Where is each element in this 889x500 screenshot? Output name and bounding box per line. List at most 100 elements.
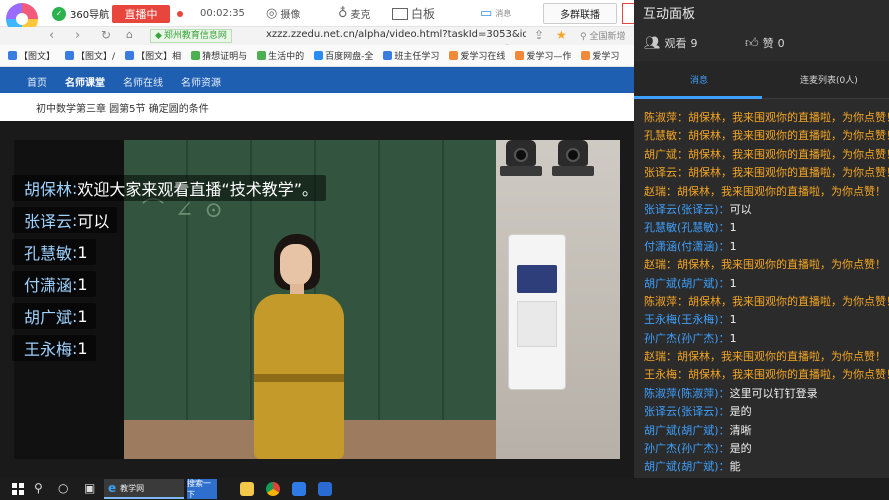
nav-teacher-resources-link[interactable]: 名师资源	[181, 74, 221, 89]
task-view-icon[interactable]: ▣	[84, 481, 95, 495]
chat-message: 胡广斌(胡广斌)：能	[644, 460, 741, 474]
overlay-text: 1	[77, 242, 88, 262]
browser-address-bar: ‹ › ↻ ⌂ ◆ 郑州教育信息网 xzzz.zzedu.net.cn/alph…	[0, 27, 634, 57]
bookmark-icon	[257, 51, 267, 60]
bookmark-item[interactable]: 【图文】/	[65, 49, 115, 62]
app-icon[interactable]	[318, 482, 332, 496]
folder-icon[interactable]	[240, 482, 254, 496]
hidden-button-edge[interactable]	[622, 3, 634, 24]
chat-text: 胡保林，我来围观你的直播啦，为你点赞！	[677, 184, 886, 198]
chat-message: 陈淑萍：胡保林，我来围观你的直播啦，为你点赞！	[644, 109, 889, 127]
chat-message: 胡广斌(胡广斌)：清晰	[644, 423, 752, 437]
bookmarks-bar: 【图文】 【图文】/ 【图文】相 猜想证明与 生活中的 百度网盘-全 班主任学习 爱学习在线 爱…	[0, 45, 634, 67]
chat-text: 胡保林，我来围观你的直播啦，为你点赞！	[677, 350, 886, 364]
chat-message: 赵瑞：胡保林，我来围观你的直播啦，为你点赞！	[644, 258, 886, 272]
360-icon: ✓	[52, 6, 66, 21]
overlay-message: 孔慧敏: 1	[12, 239, 96, 265]
bookmark-icon	[8, 51, 17, 60]
whiteboard-button[interactable]: 白板	[392, 0, 435, 27]
app-icon[interactable]	[292, 482, 306, 496]
message-button[interactable]: ▭ 消息	[480, 0, 511, 27]
bookmark-icon	[581, 51, 591, 60]
chat-text: 可以	[729, 202, 752, 216]
chat-sender: 张译云(张译云)	[644, 405, 719, 419]
chat-text: 1	[729, 221, 737, 235]
cortana-icon[interactable]: ○	[58, 481, 68, 495]
bookmark-label: 班主任学习	[394, 52, 440, 62]
search-icon[interactable]: ⚲	[34, 481, 43, 495]
bookmark-item[interactable]: 百度网盘-全	[314, 49, 373, 62]
star-icon[interactable]: ★	[556, 28, 567, 42]
chat-message: 孔慧敏：胡保林，我来围观你的直播啦，为你点赞！	[644, 127, 889, 145]
bookmark-item[interactable]: 生活中的	[257, 49, 304, 62]
site-tag-label: 郑州教育信息网	[163, 31, 227, 41]
bookmark-item[interactable]: 【图文】相	[125, 49, 181, 62]
share-icon[interactable]: ⇪	[534, 28, 544, 42]
browser-tab-360[interactable]: ✓ 360导航	[52, 0, 109, 27]
like-count[interactable]: 👍︎ 赞 0	[745, 35, 785, 51]
bookmark-icon	[515, 51, 525, 60]
tab-messages[interactable]: 消息	[690, 73, 708, 86]
live-status-button[interactable]: 直播中	[112, 5, 170, 23]
nav-teacher-online-link[interactable]: 名师在线	[123, 74, 163, 89]
wall-device	[508, 234, 566, 390]
bookmark-label: 百度网盘-全	[325, 52, 374, 62]
bookmark-item[interactable]: 爱学习	[581, 49, 619, 62]
chat-message: 赵瑞：胡保林，我来围观你的直播啦，为你点赞！	[644, 350, 886, 364]
chat-message: 陈淑萍(陈淑萍)：这里可以钉钉登录	[644, 386, 818, 400]
chat-sender: 赵瑞	[644, 258, 666, 272]
back-arrow-icon[interactable]: ‹	[49, 28, 54, 43]
url-field[interactable]: xzzz.zzedu.net.cn/alpha/video.html?taskI…	[266, 29, 526, 40]
tab-connect-list[interactable]: 连麦列表(0人)	[800, 73, 858, 86]
chat-message: 胡广斌(胡广斌)：1	[644, 276, 737, 290]
bookmark-label: 生活中的	[268, 52, 305, 62]
microphone-icon: ♁	[338, 6, 348, 21]
overlay-text: 欢迎大家来观看直播“技术教学”。	[77, 180, 318, 199]
taskbar-browser-item[interactable]: e 教学网	[104, 479, 184, 499]
windows-taskbar: ⚲ ○ ▣ e 教学网 搜索一下	[0, 478, 889, 500]
panel-tabs: 消息 连麦列表(0人)	[634, 61, 889, 99]
nav-teacher-class-link[interactable]: 名师课堂	[65, 74, 105, 89]
camera-icon: ◎	[266, 6, 278, 21]
chat-sender: 张译云(张译云)	[644, 202, 719, 216]
windows-start-icon[interactable]	[12, 483, 24, 495]
address-search-field[interactable]: ⚲ 全国新增	[580, 29, 625, 42]
nav-home-link[interactable]: 首页	[27, 74, 47, 89]
chat-message: 赵瑞：胡保林，我来围观你的直播啦，为你点赞！	[644, 184, 886, 198]
bookmark-item[interactable]: 【图文】	[8, 49, 55, 62]
bookmark-item[interactable]: 爱学习—作	[515, 49, 571, 62]
chat-text: 胡保林，我来围观你的直播啦，为你点赞！	[688, 129, 889, 143]
ptz-camera-icon	[500, 140, 542, 180]
chat-sender: 胡广斌	[644, 147, 677, 161]
overlay-sender: 王永梅	[24, 340, 73, 359]
microphone-button[interactable]: ♁ 麦克	[338, 0, 371, 27]
site-security-tag[interactable]: ◆ 郑州教育信息网	[150, 29, 232, 43]
chrome-icon[interactable]	[266, 482, 280, 496]
bookmark-item[interactable]: 班主任学习	[383, 49, 439, 62]
bookmark-item[interactable]: 猜想证明与	[191, 49, 247, 62]
video-chat-overlay: 胡保林: 欢迎大家来观看直播“技术教学”。 张译云: 可以 孔慧敏: 1 付潇涵: 1…	[12, 175, 326, 367]
watch-label: 观看	[664, 37, 687, 50]
video-player[interactable]: ⌒ ∠ ⊙ 胡保林: 欢迎大家来观看直播“技术教学”。 张译云: 可以 孔慧敏: 1…	[0, 121, 634, 478]
panel-stats: 👥︎ 观看 9 👍︎ 赞 0	[634, 27, 889, 61]
taskbar-search-box[interactable]: 搜索一下	[187, 479, 217, 499]
camera-button[interactable]: ◎ 摄像	[266, 0, 300, 27]
chat-message: 胡广斌：胡保林，我来围观你的直播啦，为你点赞！	[644, 146, 889, 164]
bookmark-label: 【图文】/	[76, 52, 116, 62]
site-navigation: 首页 名师课堂 名师在线 名师资源	[0, 67, 634, 93]
bookmark-item[interactable]: 爱学习在线	[449, 49, 505, 62]
chat-sender: 陈淑萍	[644, 111, 677, 124]
overlay-message: 张译云: 可以	[12, 207, 118, 233]
home-icon[interactable]: ⌂	[126, 28, 133, 41]
chat-text: 1	[729, 239, 737, 253]
overlay-sender: 胡保林	[24, 180, 73, 199]
chat-text: 是的	[729, 405, 752, 419]
forward-arrow-icon[interactable]: ›	[75, 28, 80, 43]
chat-text: 能	[729, 460, 741, 474]
shield-icon: ◆	[155, 31, 162, 41]
overlay-text: 1	[77, 306, 88, 326]
interaction-panel: 互动面板 👥︎ 观看 9 👍︎ 赞 0 消息 连麦列表(0人) 陈淑萍：胡保林，…	[634, 0, 889, 492]
reload-icon[interactable]: ↻	[101, 28, 111, 42]
classroom-wall	[496, 140, 620, 459]
multi-group-broadcast-button[interactable]: 多群联播	[543, 3, 617, 24]
